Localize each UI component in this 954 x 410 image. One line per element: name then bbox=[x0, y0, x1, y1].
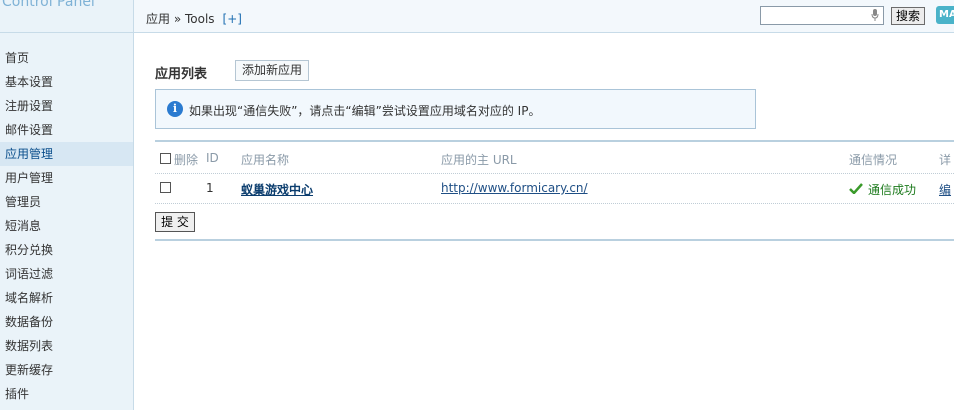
edit-link[interactable]: 编 bbox=[939, 181, 951, 198]
check-icon bbox=[849, 183, 863, 194]
row-delete-checkbox[interactable] bbox=[160, 182, 171, 193]
sidebar-item-data-list[interactable]: 数据列表 bbox=[0, 334, 133, 358]
sidebar-item-plugins[interactable]: 插件 bbox=[0, 382, 133, 406]
sidebar-item-basic-settings[interactable]: 基本设置 bbox=[0, 70, 133, 94]
sidebar-item-admins[interactable]: 管理员 bbox=[0, 190, 133, 214]
app-url-link[interactable]: http://www.formicary.cn/ bbox=[441, 181, 588, 195]
sidebar-item-user-management[interactable]: 用户管理 bbox=[0, 166, 133, 190]
select-all-checkbox[interactable] bbox=[160, 153, 171, 164]
column-header-delete: 删除 bbox=[174, 153, 199, 167]
sidebar-item-register-settings[interactable]: 注册设置 bbox=[0, 94, 133, 118]
row-id: 1 bbox=[206, 181, 214, 195]
row-divider bbox=[155, 173, 954, 174]
logo-divider bbox=[0, 32, 133, 33]
column-header-status: 通信情况 bbox=[849, 153, 898, 167]
notice-text: 如果出现“通信失败”，请点击“编辑”尝试设置应用域名对应的 IP。 bbox=[189, 104, 541, 118]
row-divider bbox=[155, 203, 954, 204]
column-header-id: ID bbox=[206, 151, 219, 165]
page-title: 应用列表 bbox=[155, 67, 208, 82]
table-bottom-border bbox=[155, 239, 954, 241]
status-text: 通信成功 bbox=[868, 183, 917, 197]
sidebar-item-data-backup[interactable]: 数据备份 bbox=[0, 310, 133, 334]
sidebar-item-messages[interactable]: 短消息 bbox=[0, 214, 133, 238]
submit-button[interactable]: 提 交 bbox=[155, 212, 195, 232]
sidebar-menu: 首页 基本设置 注册设置 邮件设置 应用管理 用户管理 管理员 短消息 积分兑换… bbox=[0, 46, 133, 406]
sidebar-item-word-filter[interactable]: 词语过滤 bbox=[0, 262, 133, 286]
add-app-button[interactable]: 添加新应用 bbox=[235, 60, 310, 81]
sidebar-item-mail-settings[interactable]: 邮件设置 bbox=[0, 118, 133, 142]
main-content: 应用列表 添加新应用 i 如果出现“通信失败”，请点击“编辑”尝试设置应用域名对… bbox=[155, 0, 954, 410]
column-header-url: 应用的主 URL bbox=[441, 153, 517, 167]
app-name-link[interactable]: 蚁巢游戏中心 bbox=[241, 181, 313, 198]
sidebar-item-home[interactable]: 首页 bbox=[0, 46, 133, 70]
info-notice: i 如果出现“通信失败”，请点击“编辑”尝试设置应用域名对应的 IP。 bbox=[155, 89, 756, 129]
column-header-details: 详 bbox=[939, 153, 952, 167]
info-icon: i bbox=[167, 101, 183, 117]
column-header-app-name: 应用名称 bbox=[241, 153, 290, 167]
sidebar: Control Panel 首页 基本设置 注册设置 邮件设置 应用管理 用户管… bbox=[0, 0, 134, 410]
sidebar-item-update-cache[interactable]: 更新缓存 bbox=[0, 358, 133, 382]
sidebar-item-app-management[interactable]: 应用管理 bbox=[0, 142, 133, 166]
logo: Control Panel bbox=[2, 0, 95, 10]
sidebar-item-domain-resolve[interactable]: 域名解析 bbox=[0, 286, 133, 310]
table-top-border bbox=[155, 140, 954, 142]
sidebar-item-credit-exchange[interactable]: 积分兑换 bbox=[0, 238, 133, 262]
